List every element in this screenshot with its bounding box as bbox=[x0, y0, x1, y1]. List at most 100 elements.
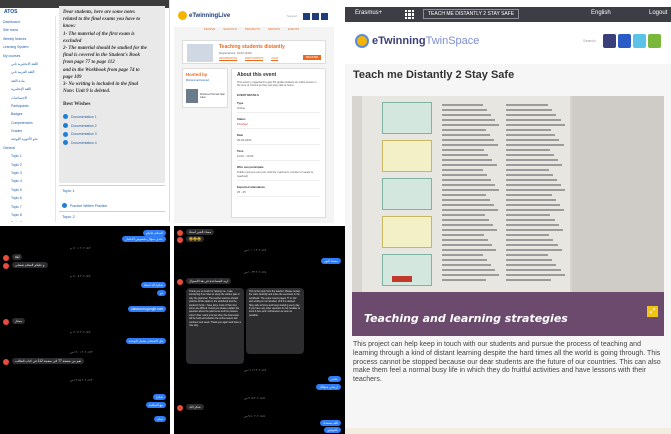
chat-message[interactable]: تم bbox=[156, 290, 166, 297]
profile-icon[interactable] bbox=[303, 13, 310, 20]
sidebar-item[interactable]: Topic 9 bbox=[3, 219, 55, 222]
event-card: Teaching students distantly Registration… bbox=[182, 40, 326, 64]
logout-link[interactable]: Logout bbox=[649, 10, 667, 16]
chat-message[interactable]: مساء الخير استاذ bbox=[186, 229, 215, 236]
event-tab[interactable]: INFORMATION bbox=[219, 57, 237, 61]
support-link[interactable]: Support bbox=[287, 13, 301, 20]
menu-item[interactable]: PEOPLE bbox=[204, 27, 215, 31]
sidebar-item[interactable]: Site home bbox=[3, 26, 55, 34]
chat-message[interactable]: 😀😀😀 bbox=[186, 236, 204, 243]
sidebar-item[interactable]: مادة اللغة bbox=[3, 77, 55, 85]
notice-line: know: bbox=[63, 24, 76, 30]
topic-2-heading[interactable]: Topic 2 bbox=[62, 214, 75, 219]
sidebar-item[interactable]: Badges bbox=[3, 110, 55, 118]
sidebar-item[interactable]: Topic 4 bbox=[3, 177, 55, 185]
sidebar-item[interactable]: Participants bbox=[3, 102, 55, 110]
notifications-icon[interactable] bbox=[321, 13, 328, 20]
avatar bbox=[177, 279, 183, 285]
sidebar-item[interactable]: نحو الأجهزة اللوحية bbox=[3, 135, 55, 143]
chat-message[interactable]: شكرا لك استاذ bbox=[140, 282, 166, 289]
long-chat-message[interactable]: Thank you so much for helping me. I was … bbox=[186, 288, 244, 364]
menu-item[interactable]: PROJECTS bbox=[245, 27, 260, 31]
etwinning-live-panel: eTwinningLive Support PEOPLE SCHOOLS PROJE… bbox=[174, 7, 334, 223]
sidebar-item[interactable]: Topic 2 bbox=[3, 161, 55, 169]
profile-icon[interactable] bbox=[618, 34, 631, 48]
apps-grid-icon[interactable] bbox=[405, 10, 414, 19]
host-name-link[interactable]: Mohammad Hamad bbox=[186, 79, 224, 82]
twinspace-logo[interactable]: eTwinning TwinSpace bbox=[355, 34, 479, 48]
messages-icon[interactable] bbox=[312, 13, 319, 20]
erasmus-link[interactable]: Erasmus+ bbox=[355, 10, 382, 16]
detail-key: Date bbox=[237, 132, 244, 137]
etwinning-live-logo[interactable]: eTwinningLive bbox=[178, 11, 230, 20]
menu-item[interactable]: EVENTS bbox=[288, 27, 299, 31]
resource-link[interactable]: Documentation 1 bbox=[63, 113, 161, 122]
resource-link[interactable]: Documentation 4 bbox=[63, 138, 161, 147]
project-selector[interactable]: TEACH ME DISTANTLY 2 STAY SAFE bbox=[423, 9, 520, 19]
sidebar-item[interactable]: Topic 1 bbox=[3, 152, 55, 160]
messages-icon[interactable] bbox=[633, 34, 646, 48]
sidebar-item[interactable]: Weekly Notices bbox=[3, 35, 55, 43]
chat-message[interactable]: classroom.google.com bbox=[128, 306, 166, 313]
message-timestamp: ٢٠٢٠/٤/٤ ١٠:٣٣ ص bbox=[244, 270, 267, 274]
chat-message[interactable]: نعم من صفحة 77 الى صفحة 112 في كتاب الطا… bbox=[12, 358, 85, 365]
sidebar-item[interactable]: Topic 5 bbox=[3, 186, 55, 194]
resource-link[interactable]: Documentation 2 bbox=[63, 121, 161, 130]
detail-key: Who can participate bbox=[237, 164, 264, 169]
sidebar-item[interactable]: اللغة الانجليزية ثاني bbox=[3, 60, 55, 68]
sidebar-item[interactable]: اللغة الإنجليزية bbox=[3, 85, 55, 93]
library-icon[interactable] bbox=[603, 34, 616, 48]
sidebar-item[interactable]: Dashboard bbox=[3, 18, 55, 26]
topic-1-heading[interactable]: Topic 1 bbox=[62, 188, 75, 193]
chat-message[interactable]: و عليكم السلام تفضلي bbox=[12, 262, 48, 269]
chat-message[interactable]: الله يسعدك bbox=[319, 420, 341, 427]
menu-item[interactable]: GROUPS bbox=[268, 27, 280, 31]
sidebar-item[interactable]: الاجتماعيات bbox=[3, 94, 55, 102]
detail-key: Status bbox=[237, 116, 246, 121]
notice-line: related to the final exams you have to bbox=[63, 17, 141, 23]
register-button[interactable]: REGISTER bbox=[303, 55, 321, 60]
event-tab[interactable]: CHAT bbox=[271, 57, 279, 61]
notice-line: final is covered in the Student's Book bbox=[63, 53, 140, 59]
chat-message[interactable]: شكرا bbox=[152, 394, 166, 401]
message-timestamp: ٢٠٢٠/٤/٣ ١٢:٠١ ص bbox=[70, 350, 93, 354]
avatar bbox=[177, 405, 183, 411]
chat-message[interactable]: مع السلامة bbox=[145, 402, 166, 409]
chat-message[interactable]: عندي سؤال بخصوص الاختبار bbox=[122, 236, 166, 243]
language-selector[interactable]: English bbox=[591, 10, 611, 16]
event-tab[interactable]: PARTICIPANTS bbox=[244, 57, 264, 61]
sidebar-item[interactable]: Topic 7 bbox=[3, 203, 55, 211]
chat-message[interactable]: بالتوفيق bbox=[324, 427, 341, 434]
star-logo-icon bbox=[355, 34, 369, 48]
sidebar-item[interactable]: Learning System bbox=[3, 43, 55, 51]
etwinning-live-header: eTwinningLive Support bbox=[174, 7, 334, 27]
chat-message[interactable]: مساء النور bbox=[321, 258, 341, 265]
chat-message[interactable]: أهلا bbox=[12, 254, 23, 261]
notice-line: Note: Unit 9 is deleted. bbox=[63, 89, 111, 95]
chat-message[interactable]: حاضر bbox=[327, 376, 341, 383]
long-chat-message[interactable]: This is the reply from the teacher: Plea… bbox=[246, 288, 304, 354]
search-link[interactable]: Search bbox=[583, 38, 596, 43]
sidebar-item[interactable]: Topic 8 bbox=[3, 211, 55, 219]
chat-message[interactable]: هل الامتحان يشمل الوحدة bbox=[125, 338, 166, 345]
menu-item[interactable]: SCHOOLS bbox=[223, 27, 237, 31]
topic-1-resource-label: Practice Written Practice bbox=[70, 203, 108, 208]
avatar bbox=[3, 255, 9, 261]
chat-message[interactable]: ارسلي سؤالك bbox=[316, 384, 341, 391]
chat-message[interactable]: اريد المساعدة في هذا السؤال bbox=[186, 278, 232, 285]
sidebar-item[interactable]: General bbox=[3, 144, 55, 152]
topic-1-resource[interactable]: Practice Written Practice bbox=[62, 203, 107, 208]
resource-link[interactable]: Documentation 3 bbox=[63, 130, 161, 139]
chat-message[interactable]: شكرا لك bbox=[186, 404, 204, 411]
sidebar-item[interactable]: My courses bbox=[3, 52, 55, 60]
sidebar-item[interactable]: Grades bbox=[3, 127, 55, 135]
moodle-main: Dear students, here are some notes relate… bbox=[58, 0, 169, 222]
sidebar-item[interactable]: Topic 3 bbox=[3, 169, 55, 177]
sidebar-item[interactable]: Topic 6 bbox=[3, 194, 55, 202]
expand-icon[interactable]: ⤢ bbox=[647, 306, 658, 317]
chat-message[interactable]: تمام bbox=[154, 416, 166, 423]
chat-message[interactable]: ممتاز bbox=[12, 318, 26, 325]
sidebar-item[interactable]: اللغة العربية ثاني bbox=[3, 68, 55, 76]
sidebar-item[interactable]: Competencies bbox=[3, 119, 55, 127]
menu-icon[interactable] bbox=[648, 34, 661, 48]
